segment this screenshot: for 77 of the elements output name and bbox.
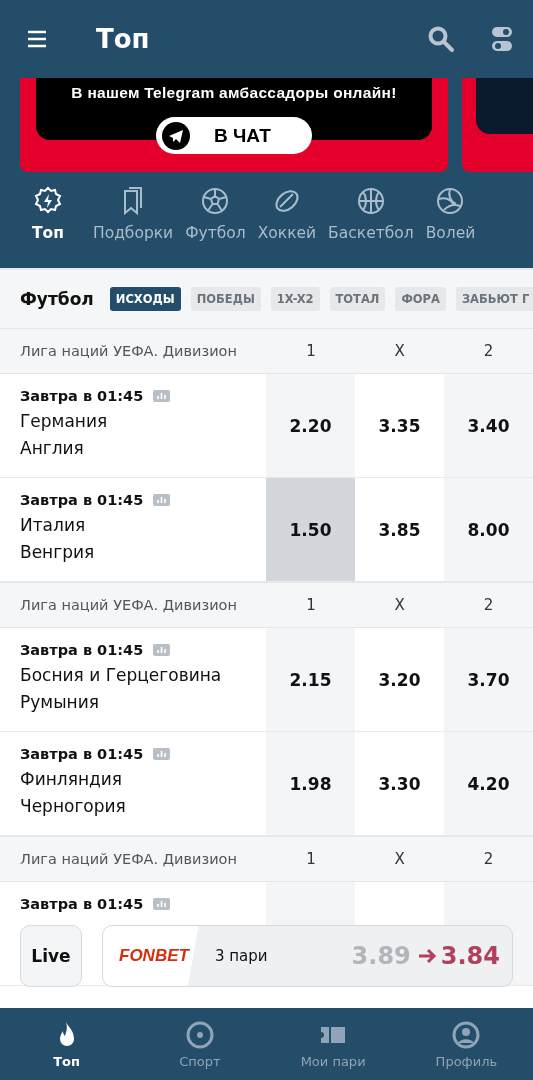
team-name: Финляндия: [20, 769, 124, 789]
filter-chip[interactable]: ПОБЕДЫ: [190, 287, 261, 311]
team-name: Румыния: [20, 692, 100, 712]
sport-tab[interactable]: Баскетбол: [325, 186, 417, 268]
old-odds: 3.89: [351, 942, 411, 970]
odds-button[interactable]: 1.50: [266, 478, 355, 581]
match-time: Завтра в 01:45: [20, 492, 144, 508]
sport-tab[interactable]: Подборки: [90, 186, 177, 268]
sport-tab[interactable]: Волей: [422, 186, 479, 268]
basketball-icon: [355, 186, 386, 216]
bet-count: 3 пари: [214, 947, 269, 965]
banner-text: В нашем Telegram амбассадоры онлайн!: [71, 84, 397, 102]
filter-chip[interactable]: 1X-X2: [270, 287, 320, 311]
odds-button[interactable]: 8.00: [444, 478, 533, 581]
odds-button[interactable]: 3.70: [444, 628, 533, 731]
menu-icon[interactable]: [26, 29, 48, 49]
toggles-icon[interactable]: [491, 26, 513, 52]
league-name: Лига наций УЕФА. Дивизион: [20, 597, 238, 613]
paper-plane-icon: [162, 121, 190, 150]
live-button[interactable]: Live: [20, 925, 82, 987]
page-title: Топ: [96, 24, 151, 54]
profile-icon: [451, 1019, 482, 1050]
filter-chip[interactable]: ТОТАЛ: [329, 287, 386, 311]
search-icon[interactable]: [427, 25, 455, 53]
column-header: 1: [305, 596, 317, 614]
odds-button[interactable]: 2.20: [266, 374, 355, 477]
chat-button[interactable]: В ЧАТ: [156, 117, 312, 154]
bet-slip-bar[interactable]: FONBET 3 пари 3.89 3.84: [102, 925, 513, 987]
column-header: 2: [482, 850, 495, 868]
odds-button[interactable]: 4.20: [444, 732, 533, 835]
nav-tab[interactable]: Мои пари: [266, 1008, 400, 1080]
brand-logo: FONBET: [119, 946, 189, 966]
odds-button[interactable]: 3.40: [444, 374, 533, 477]
team-name: Германия: [20, 411, 109, 431]
match-time: Завтра в 01:45: [20, 388, 144, 404]
team-name: Черногория: [20, 796, 127, 816]
nav-tab[interactable]: Профиль: [399, 1008, 533, 1080]
stats-icon[interactable]: [153, 748, 171, 760]
stats-icon[interactable]: [153, 390, 171, 402]
match-time: Завтра в 01:45: [20, 896, 144, 912]
column-header: 2: [482, 596, 495, 614]
league-name: Лига наций УЕФА. Дивизион: [20, 343, 238, 359]
team-name: Италия: [20, 515, 87, 535]
stats-icon[interactable]: [153, 644, 171, 656]
filter-chip[interactable]: ИСХОДЫ: [109, 287, 181, 311]
stats-icon[interactable]: [153, 898, 171, 910]
match-time: Завтра в 01:45: [20, 642, 144, 658]
promo-banner[interactable]: [462, 78, 533, 172]
target-icon: [184, 1019, 215, 1050]
match-time: Завтра в 01:45: [20, 746, 144, 762]
nav-tab[interactable]: Спорт: [133, 1008, 267, 1080]
nav-tab[interactable]: Топ: [0, 1008, 134, 1080]
team-name: Босния и Герцеговина: [20, 665, 223, 685]
arrow-icon: [416, 948, 437, 964]
league-name: Лига наций УЕФА. Дивизион: [20, 851, 238, 867]
odds-button[interactable]: 1.98: [266, 732, 355, 835]
sport-tab[interactable]: Топ: [12, 186, 84, 268]
lightning-badge-icon: [33, 186, 63, 216]
filter-chip[interactable]: ФОРА: [395, 287, 446, 311]
promo-banner[interactable]: В нашем Telegram амбассадоры онлайн! В ЧАТ: [20, 78, 448, 172]
odds-button[interactable]: 2.15: [266, 628, 355, 731]
column-header: 1: [305, 850, 317, 868]
column-header: 2: [482, 342, 495, 360]
sport-tab[interactable]: Хоккей: [254, 186, 320, 268]
column-header: 1: [305, 342, 317, 360]
team-name: Англия: [20, 438, 85, 458]
stats-icon[interactable]: [153, 494, 171, 506]
column-header: X: [393, 596, 406, 614]
volleyball-icon: [435, 186, 466, 216]
filter-chip[interactable]: ЗАБЬЮТ Г: [455, 287, 533, 311]
new-odds: 3.84: [440, 942, 500, 970]
soccer-ball-icon: [200, 186, 231, 216]
sport-tab[interactable]: Футбол: [182, 186, 249, 268]
team-name: Венгрия: [20, 542, 96, 562]
column-header: X: [393, 850, 406, 868]
section-title: Футбол: [20, 289, 94, 309]
column-header: X: [393, 342, 406, 360]
